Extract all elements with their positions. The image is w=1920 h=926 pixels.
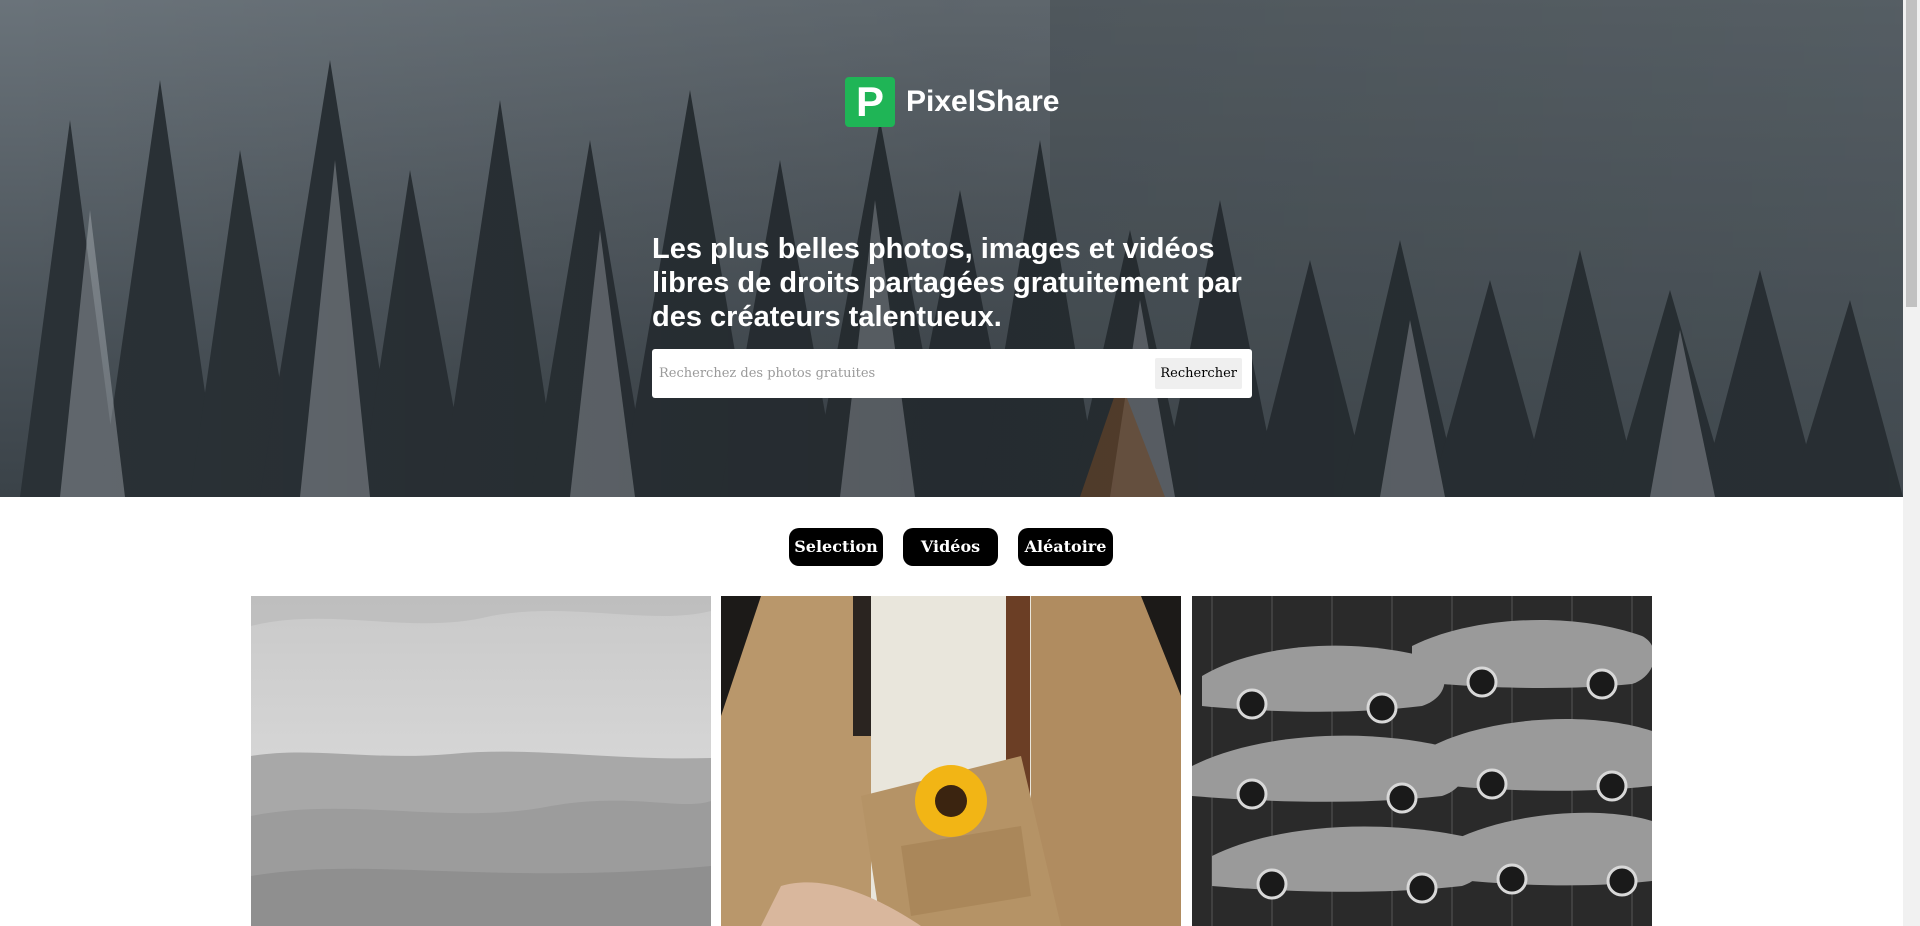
hero-headline: Les plus belles photos, images et vidéos… <box>652 233 1242 333</box>
tab-random[interactable]: Aléatoire <box>1018 528 1113 566</box>
search-bar: Rechercher <box>652 349 1252 398</box>
photo-card[interactable] <box>251 596 711 926</box>
hero-banner: P PixelShare Les plus belles photos, ima… <box>0 0 1903 497</box>
site-logo[interactable]: P PixelShare <box>845 77 1059 127</box>
photo-suspended-cars-sculpture <box>1192 596 1652 926</box>
page-scrollbar[interactable] <box>1903 0 1920 926</box>
photo-mountain-landscape <box>251 596 711 926</box>
photo-sunflower-bouquet <box>721 596 1181 926</box>
tab-selection[interactable]: Selection <box>789 528 883 566</box>
photo-card[interactable] <box>1192 596 1652 926</box>
site-name: PixelShare <box>906 85 1060 118</box>
photo-card[interactable] <box>721 596 1181 926</box>
search-button[interactable]: Rechercher <box>1155 358 1242 389</box>
category-tabs: Selection Vidéos Aléatoire <box>789 528 1113 566</box>
pixelshare-logo-icon: P <box>845 77 895 127</box>
scrollbar-thumb[interactable] <box>1906 0 1917 307</box>
tab-videos[interactable]: Vidéos <box>903 528 998 566</box>
search-input[interactable] <box>657 365 1156 382</box>
